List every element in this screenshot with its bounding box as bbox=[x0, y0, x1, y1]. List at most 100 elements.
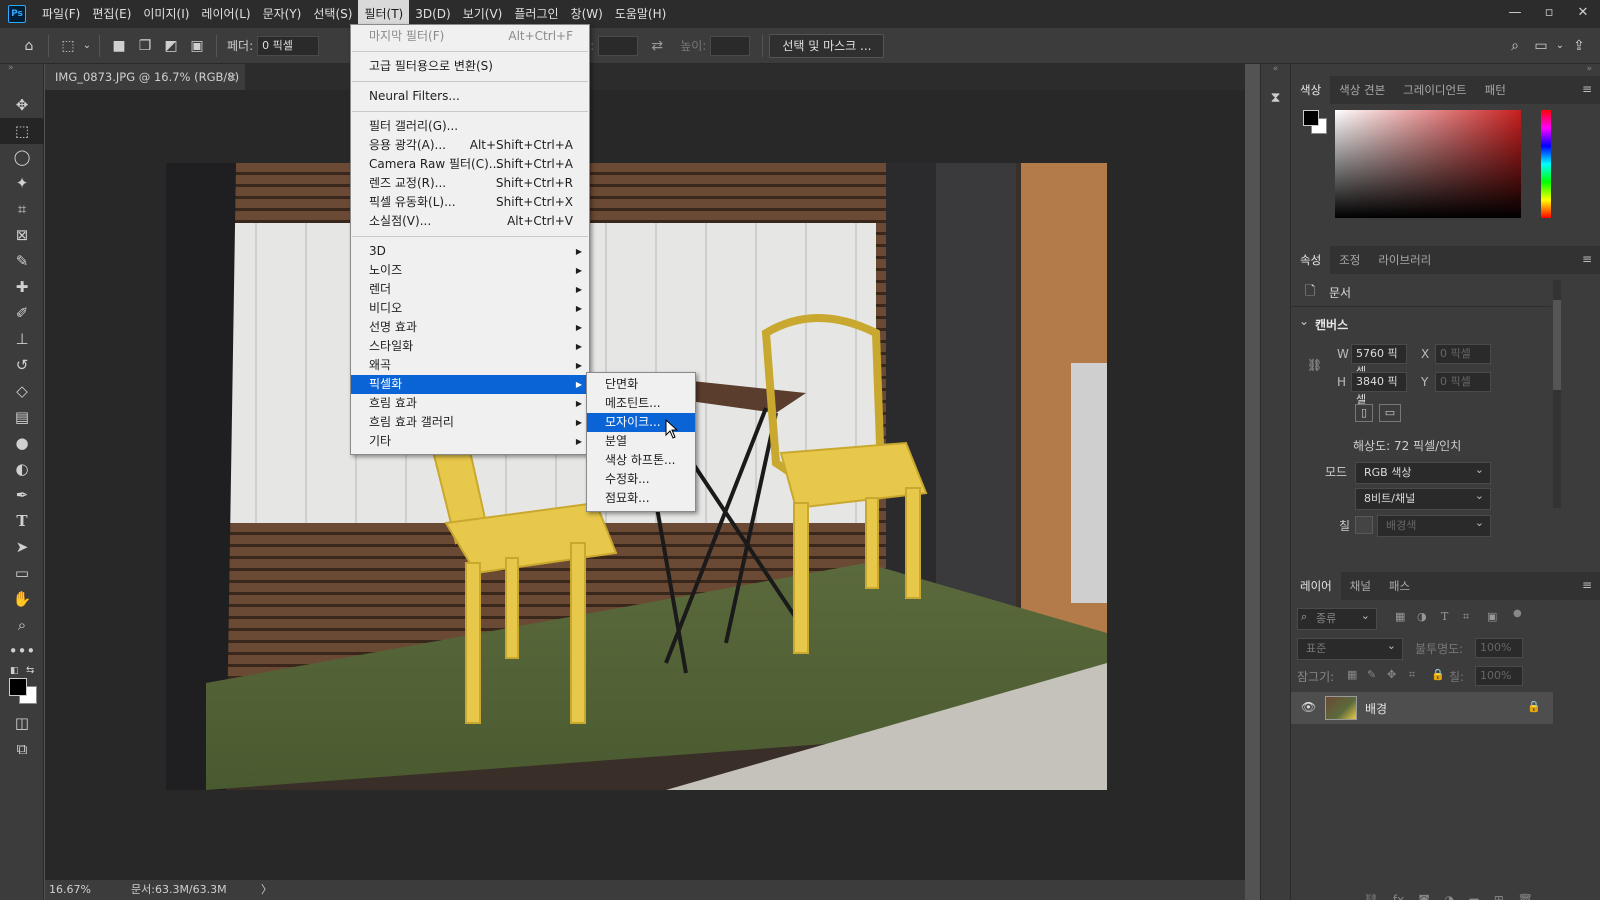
new-layer-icon[interactable]: ⊞ bbox=[1494, 893, 1504, 900]
color-mode-select[interactable]: RGB 색상 bbox=[1355, 460, 1491, 484]
workspace-icon[interactable]: ▭ bbox=[1528, 33, 1554, 59]
hand-tool-icon[interactable]: ✋ bbox=[0, 586, 44, 612]
canvas-y-input[interactable]: 0 픽셀 bbox=[1435, 372, 1491, 392]
fx-icon[interactable]: fx bbox=[1393, 893, 1404, 900]
menu-item-convert-smart-filter[interactable]: 고급 필터용으로 변환(S) bbox=[351, 57, 589, 76]
minimize-icon[interactable]: — bbox=[1498, 0, 1532, 24]
landscape-orientation-icon[interactable]: ▭ bbox=[1379, 404, 1401, 422]
menu-file[interactable]: 파일(F) bbox=[36, 0, 86, 28]
trash-icon[interactable]: 🗑 bbox=[1518, 893, 1533, 900]
new-selection-icon[interactable]: ■ bbox=[106, 33, 132, 59]
tab-patterns[interactable]: 패턴 bbox=[1476, 76, 1515, 104]
marquee-tool-icon[interactable]: ⬚ bbox=[0, 118, 44, 144]
swap-colors-icon[interactable]: ⇆ bbox=[26, 665, 34, 676]
lock-all-icon[interactable]: 🔒 bbox=[1431, 668, 1445, 681]
type-tool-icon[interactable]: T bbox=[0, 508, 44, 534]
new-adjustment-icon[interactable]: ◑ bbox=[1444, 893, 1454, 900]
menu-item-other[interactable]: 기타 ▶ bbox=[351, 432, 589, 451]
menu-item-sharpen[interactable]: 선명 효과 ▶ bbox=[351, 318, 589, 337]
menu-item-pointillize[interactable]: 점묘화... bbox=[587, 489, 695, 508]
menu-item-video[interactable]: 비디오 ▶ bbox=[351, 299, 589, 318]
pen-tool-icon[interactable]: ✒ bbox=[0, 482, 44, 508]
smart-object-filter-icon[interactable]: ▣ bbox=[1487, 610, 1497, 623]
panel-menu-icon[interactable]: ≡ bbox=[1582, 82, 1592, 96]
gradient-tool-icon[interactable]: ▤ bbox=[0, 404, 44, 430]
search-icon[interactable]: ⌕ bbox=[1502, 33, 1528, 59]
menu-item-lens-correction[interactable]: 렌즈 교정(R)... Shift+Ctrl+R bbox=[351, 174, 589, 193]
menu-item-3d[interactable]: 3D ▶ bbox=[351, 242, 589, 261]
shape-filter-icon[interactable]: ⌗ bbox=[1463, 610, 1469, 624]
menu-item-adaptive-wide-angle[interactable]: 응용 광각(A)... Alt+Shift+Ctrl+A bbox=[351, 136, 589, 155]
tab-libraries[interactable]: 라이브러리 bbox=[1369, 246, 1440, 274]
canvas-width-input[interactable]: 5760 픽셀 bbox=[1351, 344, 1407, 378]
tab-layers[interactable]: 레이어 bbox=[1291, 572, 1341, 600]
collapse-icon[interactable]: « bbox=[1261, 64, 1290, 76]
width-input[interactable] bbox=[598, 35, 639, 56]
share-icon[interactable]: ⇪ bbox=[1566, 33, 1592, 59]
canvas-x-input[interactable]: 0 픽셀 bbox=[1435, 344, 1491, 364]
tab-paths[interactable]: 패스 bbox=[1380, 572, 1419, 600]
filter-toggle-icon[interactable]: ● bbox=[1513, 608, 1522, 619]
chevron-right-icon[interactable]: 〉 bbox=[261, 880, 272, 900]
canvas-height-input[interactable]: 3840 픽셀 bbox=[1351, 372, 1407, 406]
collapse-icon[interactable]: » bbox=[0, 64, 43, 73]
menu-item-camera-raw[interactable]: Camera Raw 필터(C)... Shift+Ctrl+A bbox=[351, 155, 589, 174]
default-colors-icon[interactable]: ◧ bbox=[10, 666, 19, 676]
menu-layer[interactable]: 레이어(L) bbox=[195, 0, 256, 28]
eye-icon[interactable]: 👁 bbox=[1301, 700, 1316, 714]
brush-tool-icon[interactable]: ✐ bbox=[0, 300, 44, 326]
screen-mode-icon[interactable]: ⧉ bbox=[0, 736, 44, 762]
menu-item-pixelate[interactable]: 픽셀화 ▶ bbox=[351, 375, 589, 394]
menu-item-stylize[interactable]: 스타일화 ▶ bbox=[351, 337, 589, 356]
path-select-tool-icon[interactable]: ➤ bbox=[0, 534, 44, 560]
tab-swatches[interactable]: 색상 견본 bbox=[1330, 76, 1394, 104]
fill-input[interactable]: 100% bbox=[1475, 666, 1523, 686]
menu-item-blur-gallery[interactable]: 흐림 효과 갤러리 ▶ bbox=[351, 413, 589, 432]
chevron-down-icon[interactable]: ⌄ bbox=[81, 33, 93, 59]
intersect-selection-icon[interactable]: ▣ bbox=[184, 33, 210, 59]
menu-type[interactable]: 문자(Y) bbox=[257, 0, 308, 28]
menu-image[interactable]: 이미지(I) bbox=[137, 0, 195, 28]
swap-icon[interactable]: ⇄ bbox=[644, 33, 670, 59]
menu-item-color-halftone[interactable]: 색상 하프톤... bbox=[587, 451, 695, 470]
maximize-icon[interactable]: ▫ bbox=[1532, 0, 1566, 24]
marquee-preset-icon[interactable]: ⬚ bbox=[55, 33, 81, 59]
eraser-tool-icon[interactable]: ◇ bbox=[0, 378, 44, 404]
chevron-down-icon[interactable]: ⌄ bbox=[1299, 314, 1309, 328]
document-tab[interactable]: IMG_0873.JPG @ 16.7% (RGB/8) × bbox=[45, 64, 245, 90]
panel-menu-icon[interactable]: ≡ bbox=[1582, 252, 1592, 266]
pixel-filter-icon[interactable]: ▦ bbox=[1395, 610, 1405, 623]
crop-tool-icon[interactable]: ⌗ bbox=[0, 196, 44, 222]
tab-adjustments[interactable]: 조정 bbox=[1330, 246, 1369, 274]
blend-mode-select[interactable]: 표준 bbox=[1297, 636, 1403, 660]
zoom-level[interactable]: 16.67% bbox=[49, 880, 91, 900]
lock-artboard-icon[interactable]: ⌗ bbox=[1409, 668, 1415, 682]
close-icon[interactable]: ✕ bbox=[1566, 0, 1600, 24]
portrait-orientation-icon[interactable]: ▯ bbox=[1355, 404, 1373, 422]
lock-pixels-icon[interactable]: ✎ bbox=[1367, 668, 1376, 681]
fill-select[interactable]: 배경색 bbox=[1377, 513, 1491, 537]
tab-color[interactable]: 색상 bbox=[1291, 76, 1331, 104]
panel-menu-icon[interactable]: ≡ bbox=[1582, 578, 1592, 592]
healing-brush-tool-icon[interactable]: ✚ bbox=[0, 274, 44, 300]
foreground-color-swatch[interactable] bbox=[1303, 110, 1319, 126]
menu-item-blur[interactable]: 흐림 효과 ▶ bbox=[351, 394, 589, 413]
zoom-tool-icon[interactable]: ⌕ bbox=[0, 612, 44, 638]
stamp-tool-icon[interactable]: ⊥ bbox=[0, 326, 44, 352]
menu-item-distort[interactable]: 왜곡 ▶ bbox=[351, 356, 589, 375]
move-tool-icon[interactable]: ✥ bbox=[0, 92, 44, 118]
frame-tool-icon[interactable]: ⊠ bbox=[0, 222, 44, 248]
add-mask-icon[interactable]: ◙ bbox=[1418, 893, 1430, 900]
quick-mask-icon[interactable]: ◫ bbox=[0, 710, 44, 736]
opacity-input[interactable]: 100% bbox=[1475, 638, 1523, 658]
eyedropper-tool-icon[interactable]: ✎ bbox=[0, 248, 44, 274]
magic-wand-tool-icon[interactable]: ✦ bbox=[0, 170, 44, 196]
dodge-tool-icon[interactable]: ◐ bbox=[0, 456, 44, 482]
menu-item-vanishing-point[interactable]: 소실점(V)... Alt+Ctrl+V bbox=[351, 212, 589, 231]
menu-item-liquify[interactable]: 픽셀 유동화(L)... Shift+Ctrl+X bbox=[351, 193, 589, 212]
menu-edit[interactable]: 편집(E) bbox=[86, 0, 137, 28]
feather-input[interactable]: 0 픽셀 bbox=[257, 35, 320, 56]
menu-item-neural-filters[interactable]: Neural Filters... bbox=[351, 87, 589, 106]
bit-depth-select[interactable]: 8비트/채널 bbox=[1355, 486, 1491, 510]
menu-item-mezzotint[interactable]: 메조틴트... bbox=[587, 394, 695, 413]
